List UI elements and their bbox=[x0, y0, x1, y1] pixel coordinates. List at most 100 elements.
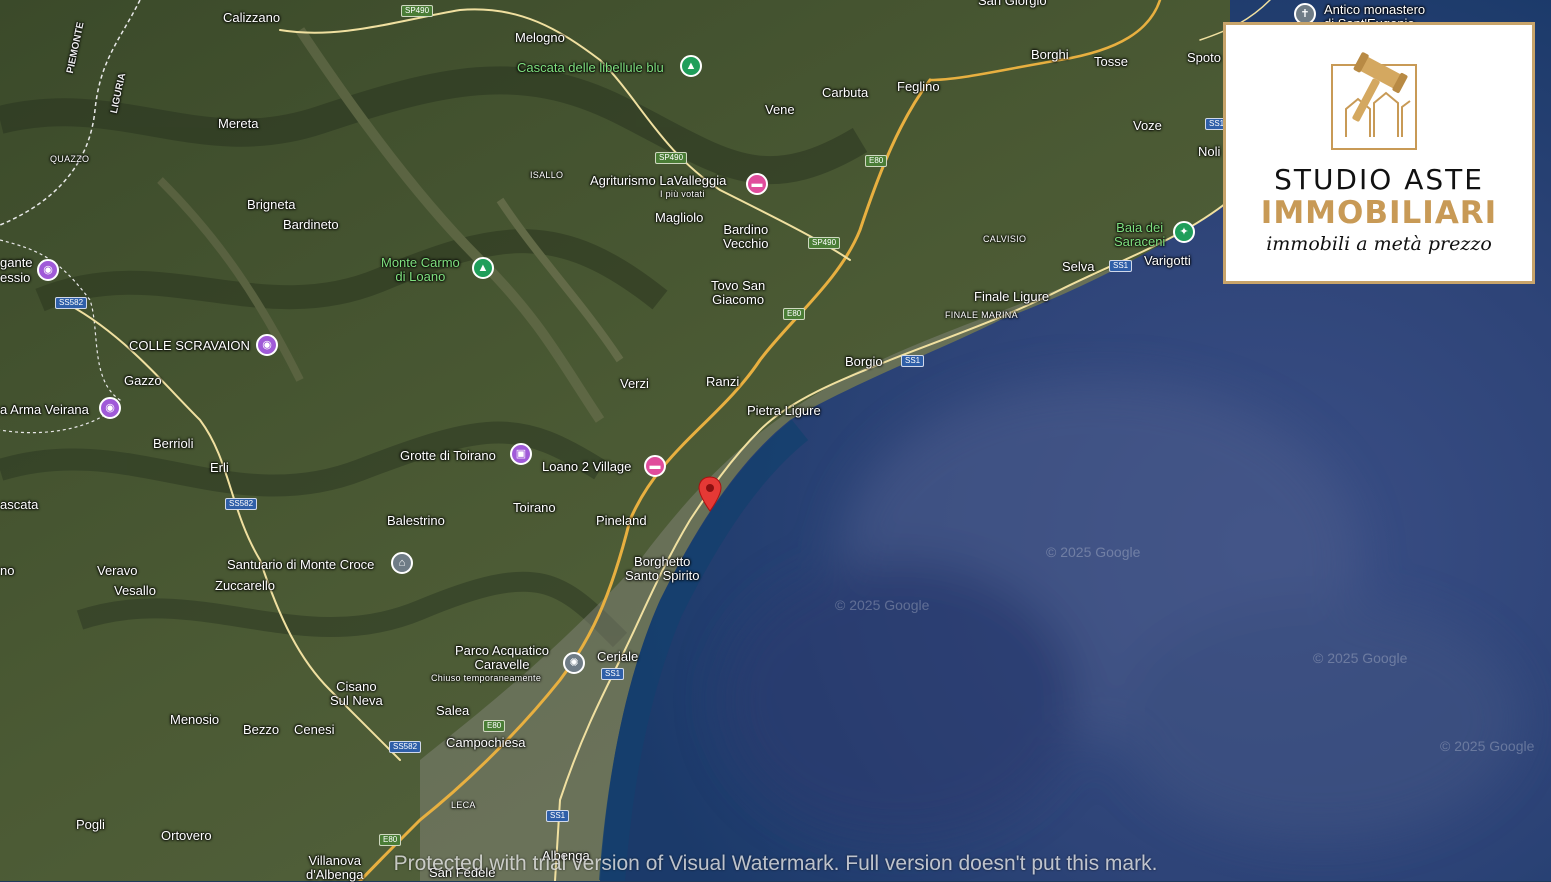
road-shield-e80: E80 bbox=[379, 834, 402, 846]
label-verzi: Verzi bbox=[620, 376, 649, 391]
poi-label-baia-saraceni: Baia dei Saraceni bbox=[1114, 220, 1166, 249]
road-shield-ss1: SS1 bbox=[601, 668, 625, 680]
label-balestrino: Balestrino bbox=[387, 513, 445, 528]
logo-line-1: STUDIO ASTE bbox=[1274, 163, 1484, 196]
label-finale-ligure: Finale Ligure bbox=[974, 289, 1050, 304]
label-campochiesa: Campochiesa bbox=[446, 735, 526, 750]
camera-icon[interactable]: ◉ bbox=[99, 397, 121, 419]
label-selva: Selva bbox=[1062, 259, 1095, 274]
map-copyright: © 2025 Google bbox=[1440, 738, 1535, 754]
camera-icon[interactable]: ◉ bbox=[37, 259, 59, 281]
church-icon[interactable]: ⌂ bbox=[391, 552, 413, 574]
label-brigneta: Brigneta bbox=[247, 197, 296, 212]
label-menosio: Menosio bbox=[170, 712, 220, 727]
label-cenesi: Cenesi bbox=[294, 722, 335, 737]
label-berrioli: Berrioli bbox=[153, 436, 194, 451]
road-shield-sp490: SP490 bbox=[401, 5, 434, 17]
hotel-icon[interactable]: ▬ bbox=[644, 455, 666, 477]
camera-icon[interactable]: ◉ bbox=[256, 334, 278, 356]
road-shield-ss1: SS1 bbox=[1109, 260, 1133, 272]
watermark-text: Protected with trial version of Visual W… bbox=[393, 852, 1158, 875]
poi-label-santuario: Santuario di Monte Croce bbox=[227, 557, 375, 572]
hotel-icon[interactable]: ▬ bbox=[746, 173, 768, 195]
label-bardino-vecchio: Bardino Vecchio bbox=[723, 222, 769, 251]
logo-tagline: immobili a metà prezzo bbox=[1266, 233, 1492, 255]
road-shield-sp490: SP490 bbox=[808, 237, 841, 249]
label-colle-scravaion: COLLE SCRAVAION bbox=[129, 338, 250, 353]
label-isallo: ISALLO bbox=[530, 170, 564, 180]
label-finale-marina: FINALE MARINA bbox=[945, 310, 1018, 320]
map-copyright: © 2025 Google bbox=[835, 597, 930, 613]
logo-line-2: IMMOBILIARI bbox=[1260, 195, 1498, 231]
label-leca: LECA bbox=[451, 800, 476, 810]
poi-label-agriturismo: Agriturismo LaValleggia bbox=[590, 173, 727, 188]
poi-label-parco-acquatico: Parco Acquatico Caravelle bbox=[455, 643, 549, 672]
label-noli: Noli bbox=[1198, 144, 1221, 159]
studio-aste-logo: STUDIO ASTE IMMOBILIARI immobili a metà … bbox=[1223, 22, 1535, 284]
label-ceriale: Ceriale bbox=[597, 649, 639, 664]
label-voze: Voze bbox=[1133, 118, 1162, 133]
label-bezzo: Bezzo bbox=[243, 722, 280, 737]
label-pineland: Pineland bbox=[596, 513, 647, 528]
label-gante: gante bbox=[0, 255, 33, 270]
label-erli: Erli bbox=[210, 460, 229, 475]
label-mereta: Mereta bbox=[218, 116, 259, 131]
label-borghi: Borghi bbox=[1031, 47, 1069, 62]
road-shield-ss1: SS1 bbox=[546, 810, 570, 822]
road-shield-e80: E80 bbox=[865, 155, 888, 167]
road-shield-e80: E80 bbox=[483, 720, 506, 732]
poi-label-monte-carmo: Monte Carmo di Loano bbox=[381, 255, 460, 284]
label-cisano: Cisano Sul Neva bbox=[330, 679, 383, 708]
road-shield-sp490: SP490 bbox=[655, 152, 688, 164]
label-feglino: Feglino bbox=[897, 79, 940, 94]
road-shield-ss1: SS1 bbox=[901, 355, 925, 367]
label-arma-veirana: a Arma Veirana bbox=[0, 402, 89, 417]
road-shield-e80: E80 bbox=[783, 308, 806, 320]
map-copyright: © 2025 Google bbox=[1046, 544, 1141, 560]
label-veravo: Veravo bbox=[97, 563, 138, 578]
poi-label-grotte-toirano: Grotte di Toirano bbox=[400, 448, 496, 463]
beach-icon[interactable]: ✦ bbox=[1173, 221, 1195, 243]
poi-label-parco-sub: Chiuso temporaneamente bbox=[431, 673, 542, 683]
label-vesallo: Vesallo bbox=[114, 583, 156, 598]
road-shield-ss582: SS582 bbox=[389, 741, 422, 753]
label-zuccarello: Zuccarello bbox=[215, 578, 275, 593]
label-salea: Salea bbox=[436, 703, 470, 718]
label-pietra-ligure: Pietra Ligure bbox=[747, 403, 821, 418]
road-shield-ss582: SS582 bbox=[225, 498, 258, 510]
label-essio: essio bbox=[0, 270, 31, 285]
label-tosse: Tosse bbox=[1094, 54, 1128, 69]
label-ortovero: Ortovero bbox=[161, 828, 212, 843]
label-san-giorgio: San Giorgio bbox=[978, 0, 1047, 8]
label-gazzo: Gazzo bbox=[124, 373, 162, 388]
museum-icon[interactable]: ▣ bbox=[510, 443, 532, 465]
road-shield-ss582: SS582 bbox=[55, 297, 88, 309]
label-calvisio: CALVISIO bbox=[983, 234, 1027, 244]
poi-label-agriturismo-sub: I più votati bbox=[660, 189, 705, 199]
amusement-park-icon[interactable]: ✺ bbox=[563, 652, 585, 674]
label-toirano: Toirano bbox=[513, 500, 556, 515]
poi-label-loano-village: Loano 2 Village bbox=[542, 459, 632, 474]
location-pin-icon[interactable] bbox=[697, 476, 723, 512]
label-calizzano: Calizzano bbox=[223, 10, 281, 25]
label-magliolo: Magliolo bbox=[655, 210, 704, 225]
gavel-house-icon bbox=[1331, 52, 1417, 150]
label-tovo-san-giacomo: Tovo San Giacomo bbox=[711, 278, 766, 307]
label-spoto: Spoto bbox=[1187, 50, 1221, 65]
map-copyright: © 2025 Google bbox=[1313, 650, 1408, 666]
label-no-edge: no bbox=[0, 563, 15, 578]
label-melogno: Melogno bbox=[515, 30, 565, 45]
label-pogli: Pogli bbox=[76, 817, 105, 832]
label-carbuta: Carbuta bbox=[822, 85, 869, 100]
label-borghetto: Borghetto Santo Spirito bbox=[625, 554, 700, 583]
label-bardineto: Bardineto bbox=[283, 217, 339, 232]
label-cascata: ascata bbox=[0, 497, 39, 512]
tree-icon[interactable]: ▲ bbox=[680, 55, 702, 77]
label-quazzo: QUAZZO bbox=[50, 154, 90, 164]
label-ranzi: Ranzi bbox=[706, 374, 740, 389]
label-varigotti: Varigotti bbox=[1144, 253, 1191, 268]
label-borgio: Borgio bbox=[845, 354, 883, 369]
poi-label-cascata-libellule: Cascata delle libellule blu bbox=[517, 60, 664, 75]
mountain-icon[interactable]: ▲ bbox=[472, 257, 494, 279]
label-vene: Vene bbox=[765, 102, 795, 117]
